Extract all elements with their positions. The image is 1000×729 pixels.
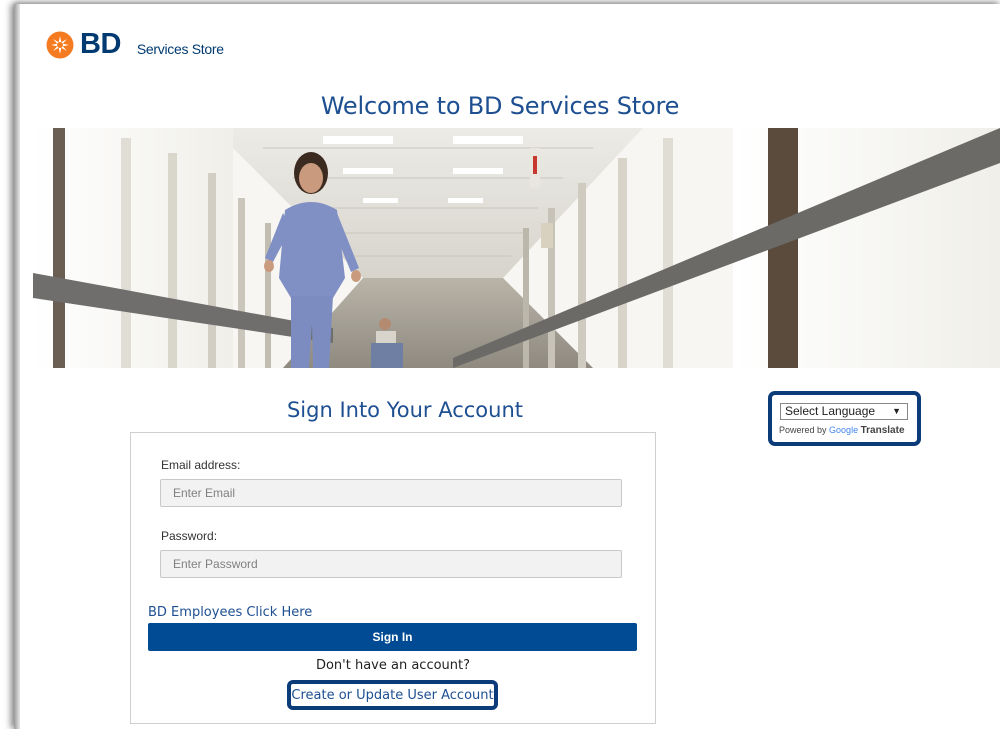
triangle-down-icon: ▼ [892,406,901,416]
language-select[interactable]: Select Language ▼ [780,403,908,420]
google-wordmark: Google [829,425,859,435]
welcome-title: Welcome to BD Services Store [320,92,680,120]
bd-employees-link[interactable]: BD Employees Click Here [148,605,312,620]
create-account-highlight: Create or Update User Account [287,680,498,710]
sign-in-button[interactable]: Sign In [148,623,637,651]
password-input[interactable] [160,550,622,578]
powered-by-google[interactable]: Powered by Google Translate [779,425,905,436]
password-label: Password: [161,529,218,543]
google-translate-widget: Select Language ▼ Powered by Google Tran… [768,391,921,446]
brand-text: BD [80,28,121,60]
create-account-link[interactable]: Create or Update User Account [291,688,493,703]
email-input[interactable] [160,479,622,507]
store-name: Services Store [136,40,224,57]
signin-title: Sign Into Your Account [286,398,524,422]
translate-text: Translate [860,425,905,436]
bd-logo[interactable]: BD Services Store [46,28,224,61]
hospital-corridor-image [33,128,1000,368]
powered-by-text: Powered by [779,425,827,435]
signin-card: Email address: Password: BD Employees Cl… [130,432,656,724]
bd-starburst-logo-icon [46,31,74,58]
hero-image [33,128,1000,368]
email-label: Email address: [161,458,241,472]
no-account-text: Don't have an account? [315,658,471,673]
language-select-value: Select Language [785,404,876,418]
